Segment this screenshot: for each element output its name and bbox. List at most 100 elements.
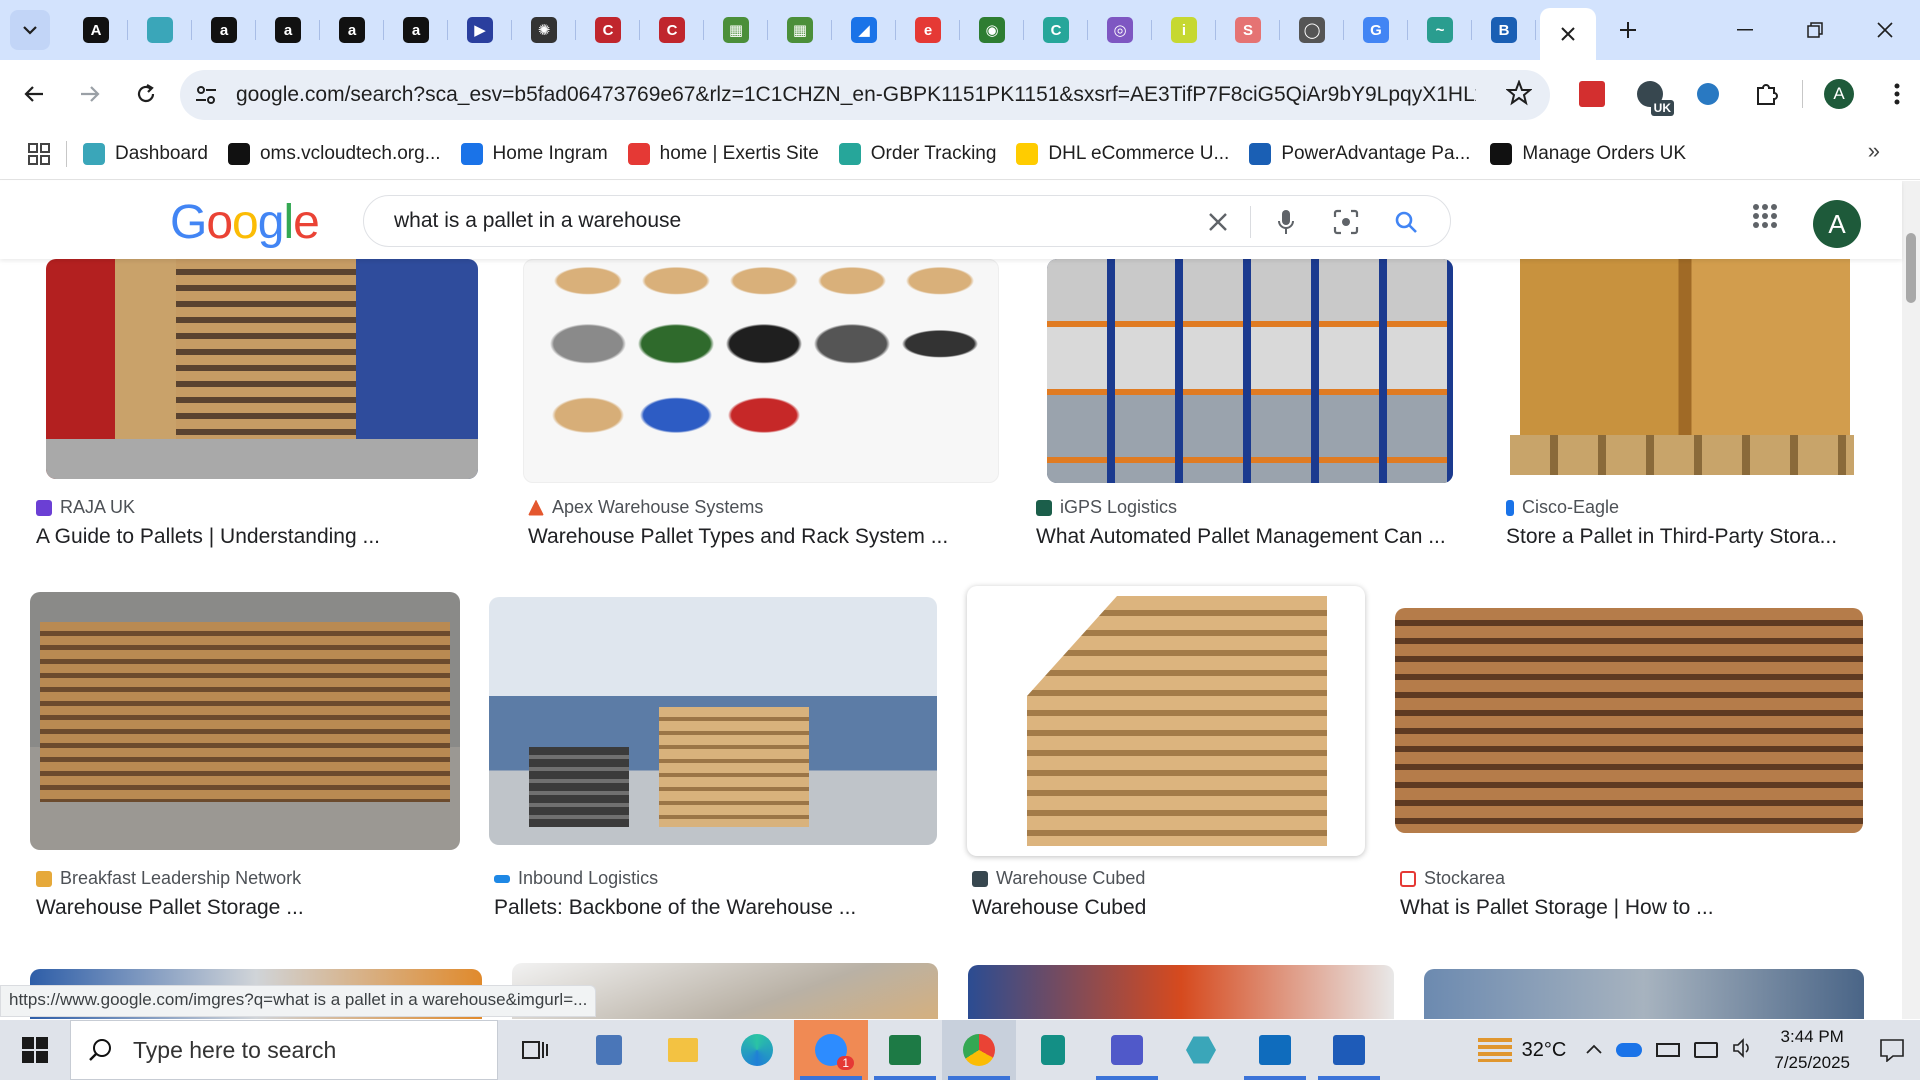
- browser-tab[interactable]: A: [64, 8, 128, 52]
- task-view-button[interactable]: [498, 1020, 572, 1080]
- result-thumbnail[interactable]: [1395, 608, 1863, 833]
- pdf-extension-button[interactable]: [1570, 72, 1614, 116]
- bookmark-item[interactable]: PowerAdvantage Pa...: [1239, 136, 1480, 172]
- teams-app[interactable]: [1090, 1020, 1164, 1080]
- extensions-menu-button[interactable]: [1744, 72, 1788, 116]
- back-button[interactable]: [12, 72, 56, 116]
- browser-tab[interactable]: e: [896, 8, 960, 52]
- bookmark-item[interactable]: home | Exertis Site: [618, 136, 829, 172]
- result-title[interactable]: Pallets: Backbone of the Warehouse ...: [494, 896, 856, 920]
- bookmark-item[interactable]: Order Tracking: [829, 136, 1007, 172]
- browser-tab[interactable]: ◯: [1280, 8, 1344, 52]
- tray-overflow-button[interactable]: [1586, 1041, 1602, 1059]
- browser-tab[interactable]: a: [320, 8, 384, 52]
- browser-tab[interactable]: G: [1344, 8, 1408, 52]
- browser-tab[interactable]: B: [1472, 8, 1536, 52]
- url-text[interactable]: google.com/search?sca_esv=b5fad06473769e…: [236, 83, 1476, 107]
- result-thumbnail[interactable]: [1424, 969, 1864, 1019]
- search-submit-button[interactable]: [1388, 204, 1424, 240]
- blue-extension-button[interactable]: [1686, 72, 1730, 116]
- forward-button[interactable]: [68, 72, 112, 116]
- browser-tab[interactable]: ▦: [704, 8, 768, 52]
- result-title[interactable]: Warehouse Cubed: [972, 896, 1146, 920]
- result-thumbnail[interactable]: [489, 597, 937, 845]
- browser-tab[interactable]: ◎: [1088, 8, 1152, 52]
- profile-button[interactable]: A: [1817, 72, 1861, 116]
- result-thumbnail[interactable]: [1047, 259, 1453, 483]
- browser-tab[interactable]: C: [1024, 8, 1088, 52]
- excel-app[interactable]: [868, 1020, 942, 1080]
- hexagon-app[interactable]: [1164, 1020, 1238, 1080]
- browser-tab[interactable]: a: [384, 8, 448, 52]
- search-box[interactable]: what is a pallet in a warehouse: [363, 195, 1451, 247]
- browser-tab[interactable]: ◢: [832, 8, 896, 52]
- onedrive-icon[interactable]: [1616, 1043, 1643, 1057]
- bookmark-star-button[interactable]: [1505, 79, 1533, 111]
- browser-tab[interactable]: S: [1216, 8, 1280, 52]
- result-title[interactable]: Store a Pallet in Third-Party Stora...: [1506, 525, 1837, 549]
- start-button[interactable]: [0, 1020, 70, 1080]
- browser-tab[interactable]: [128, 8, 192, 52]
- chrome-menu-button[interactable]: [1875, 72, 1919, 116]
- calculator-app[interactable]: [572, 1020, 646, 1080]
- bookmark-item[interactable]: Manage Orders UK: [1480, 136, 1696, 172]
- google-apps-button[interactable]: [1752, 203, 1778, 234]
- result-thumbnail[interactable]: [523, 259, 999, 483]
- result-title[interactable]: Warehouse Pallet Storage ...: [36, 896, 304, 920]
- browser-tab[interactable]: C: [640, 8, 704, 52]
- result-thumbnail[interactable]: [30, 592, 460, 850]
- browser-tab[interactable]: ▦: [768, 8, 832, 52]
- bookmark-item[interactable]: Home Ingram: [451, 136, 618, 172]
- result-thumbnail[interactable]: [46, 259, 478, 479]
- weather-widget[interactable]: 32°C: [1477, 1038, 1566, 1062]
- battery-icon[interactable]: [1656, 1043, 1681, 1057]
- uk-extension-button[interactable]: UK: [1628, 72, 1674, 116]
- bookmark-item[interactable]: Dashboard: [73, 136, 218, 172]
- active-tab-close[interactable]: [1540, 8, 1596, 60]
- site-info-button[interactable]: [188, 77, 224, 113]
- new-tab-button[interactable]: [1606, 8, 1650, 52]
- apps-shortcut[interactable]: [0, 136, 60, 172]
- tab-search-button[interactable]: [10, 10, 50, 50]
- file-explorer-app[interactable]: [646, 1020, 720, 1080]
- browser-tab[interactable]: ◉: [960, 8, 1024, 52]
- google-account-avatar[interactable]: A: [1813, 200, 1861, 248]
- scrollbar-thumb[interactable]: [1906, 233, 1916, 303]
- result-thumbnail[interactable]: [968, 965, 1394, 1019]
- result-title[interactable]: What is Pallet Storage | How to ...: [1400, 896, 1714, 920]
- chrome-app[interactable]: [942, 1020, 1016, 1080]
- voice-search-button[interactable]: [1268, 204, 1304, 240]
- browser-tab[interactable]: i: [1152, 8, 1216, 52]
- close-window-button[interactable]: [1850, 0, 1920, 60]
- sway-app[interactable]: [1016, 1020, 1090, 1080]
- minimize-button[interactable]: [1710, 0, 1780, 60]
- bookmark-item[interactable]: DHL eCommerce U...: [1006, 136, 1239, 172]
- edge-app[interactable]: [720, 1020, 794, 1080]
- page-scrollbar[interactable]: [1902, 181, 1920, 1019]
- word-app[interactable]: [1312, 1020, 1386, 1080]
- clear-search-button[interactable]: [1200, 204, 1236, 240]
- clock[interactable]: 3:44 PM 7/25/2025: [1774, 1024, 1850, 1076]
- more-bookmarks-button[interactable]: »: [1868, 138, 1880, 164]
- browser-tab[interactable]: a: [256, 8, 320, 52]
- address-bar[interactable]: google.com/search?sca_esv=b5fad06473769e…: [180, 70, 1550, 120]
- google-logo[interactable]: Google: [170, 195, 320, 250]
- result-title[interactable]: What Automated Pallet Management Can ...: [1036, 525, 1446, 549]
- browser-tab[interactable]: ✺: [512, 8, 576, 52]
- lens-search-button[interactable]: [1328, 204, 1364, 240]
- result-title[interactable]: Warehouse Pallet Types and Rack System .…: [528, 525, 948, 549]
- notifications-button[interactable]: [1864, 1020, 1920, 1080]
- network-icon[interactable]: [1694, 1042, 1719, 1058]
- result-thumbnail[interactable]: [967, 586, 1365, 856]
- browser-tab[interactable]: a: [192, 8, 256, 52]
- zoom-app[interactable]: 1: [794, 1020, 868, 1080]
- browser-tab[interactable]: C: [576, 8, 640, 52]
- restore-button[interactable]: [1780, 0, 1850, 60]
- result-thumbnail[interactable]: [1500, 259, 1864, 483]
- volume-icon[interactable]: [1732, 1037, 1754, 1063]
- browser-tab[interactable]: ~: [1408, 8, 1472, 52]
- outlook-app[interactable]: [1238, 1020, 1312, 1080]
- search-query[interactable]: what is a pallet in a warehouse: [394, 209, 1194, 233]
- result-title[interactable]: A Guide to Pallets | Understanding ...: [36, 525, 380, 549]
- browser-tab[interactable]: ▶: [448, 8, 512, 52]
